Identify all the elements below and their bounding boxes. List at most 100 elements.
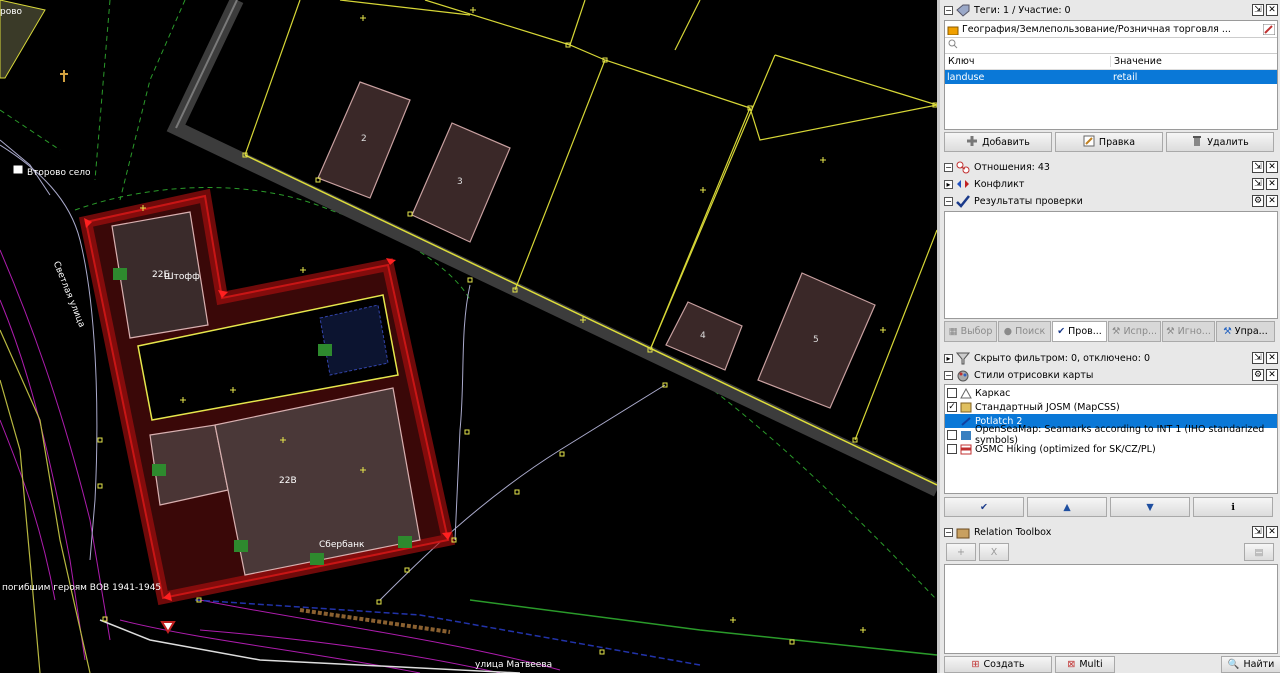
remove-member-button[interactable]: X xyxy=(979,543,1009,561)
tag-search-row[interactable] xyxy=(945,38,1277,54)
style-label: OSMC Hiking (optimized for SK/CZ/PL) xyxy=(975,443,1156,455)
close-icon[interactable]: ✕ xyxy=(1266,178,1278,190)
relation-toolbox-header[interactable]: − Relation Toolbox ⇲ ✕ xyxy=(944,524,1278,540)
shop-bag-icon xyxy=(947,24,959,35)
settings-icon[interactable]: ⚙ xyxy=(1252,369,1264,381)
preset-row[interactable]: География/Землепользование/Розничная тор… xyxy=(945,21,1277,38)
style-checkbox[interactable] xyxy=(947,444,957,454)
expand-toggle[interactable]: ▸ xyxy=(944,353,953,363)
tab-validate[interactable]: ✔ Пров... xyxy=(1052,321,1107,342)
add-member-button[interactable]: + xyxy=(946,543,976,561)
collapse-toggle[interactable]: − xyxy=(944,370,953,380)
map-label-shop: Штофф xyxy=(164,272,200,282)
settings-icon[interactable]: ⚙ xyxy=(1252,195,1264,207)
style-checkbox[interactable] xyxy=(947,416,957,426)
tags-panel-header[interactable]: − Теги: 1 / Участие: 0 ⇲ ✕ xyxy=(944,2,1278,18)
search-icon: 🔍 xyxy=(1227,659,1240,670)
tag-key[interactable]: landuse xyxy=(947,72,1113,83)
relations-panel-header[interactable]: − Отношения: 43 ⇲ ✕ xyxy=(944,159,1278,175)
conflict-panel-title: Конфликт xyxy=(974,178,1025,190)
map-view[interactable]: Второво село рово 22Б Штофф 22В Сбербанк… xyxy=(0,0,937,673)
tab-fix[interactable]: ⚒ Испр... xyxy=(1108,321,1161,342)
checkmark-icon: ✔ xyxy=(1057,326,1066,337)
tab-manage[interactable]: ⚒ Упра... xyxy=(1216,321,1275,342)
multipolygon-button[interactable]: ⊠ Multi xyxy=(1055,656,1115,673)
move-up-button[interactable]: ▲ xyxy=(1027,497,1107,517)
value-column-header[interactable]: Значение xyxy=(1111,56,1162,67)
map-canvas[interactable] xyxy=(0,0,937,673)
map-label-village: Второво село xyxy=(27,168,91,178)
create-label: Создать xyxy=(983,659,1025,670)
hiking-icon xyxy=(960,444,972,455)
collapse-toggle[interactable]: − xyxy=(944,527,953,537)
detach-icon[interactable]: ⇲ xyxy=(1252,352,1264,364)
list-item[interactable]: Каркас xyxy=(945,386,1277,400)
validation-panel-title: Результаты проверки xyxy=(974,195,1083,207)
close-icon[interactable]: ✕ xyxy=(1266,352,1278,364)
create-relation-button[interactable]: ⊞ Создать xyxy=(944,656,1052,673)
validation-results-box[interactable] xyxy=(944,211,1278,319)
remove-icon: X xyxy=(990,546,998,558)
styles-list: Каркас ✓ Стандартный JOSM (MapCSS) Potla… xyxy=(944,384,1278,494)
tools-icon: ⚒ xyxy=(1223,326,1232,337)
palette-icon xyxy=(956,369,970,382)
collapse-toggle[interactable]: − xyxy=(944,196,953,206)
tag-icon xyxy=(956,4,970,17)
tab-select[interactable]: ▦ Выбор xyxy=(944,321,997,342)
edit-tag-label: Правка xyxy=(1098,136,1136,148)
expand-toggle[interactable]: ▸ xyxy=(944,179,953,189)
style-checkbox[interactable]: ✓ xyxy=(947,402,957,412)
collapse-toggle[interactable]: − xyxy=(944,5,953,15)
detach-icon[interactable]: ⇲ xyxy=(1252,4,1264,16)
tag-value[interactable]: retail xyxy=(1113,72,1137,83)
settings-icon: ▤ xyxy=(1254,546,1264,558)
edit-tag-button[interactable]: Правка xyxy=(1055,132,1163,152)
close-icon[interactable]: ✕ xyxy=(1266,161,1278,173)
delete-tag-button[interactable]: Удалить xyxy=(1166,132,1274,152)
map-label-22v: 22В xyxy=(279,476,297,486)
conflict-icon xyxy=(956,178,970,191)
preset-edit-icon[interactable] xyxy=(1262,23,1276,35)
relation-toolbox-content[interactable] xyxy=(944,564,1278,654)
detach-icon[interactable]: ⇲ xyxy=(1252,161,1264,173)
close-icon[interactable]: ✕ xyxy=(1266,4,1278,16)
tab-ignore[interactable]: ⚒ Игно... xyxy=(1162,321,1215,342)
multipolygon-icon: ⊠ xyxy=(1067,659,1076,670)
style-checkbox[interactable] xyxy=(947,388,957,398)
map-label-corner: рово xyxy=(0,7,23,17)
add-tag-button[interactable]: Добавить xyxy=(944,132,1052,152)
style-label: Стандартный JOSM (MapCSS) xyxy=(975,401,1120,413)
conflict-panel-header[interactable]: ▸ Конфликт ⇲ ✕ xyxy=(944,176,1278,192)
settings-button[interactable]: ▤ xyxy=(1244,543,1274,561)
move-down-button[interactable]: ▼ xyxy=(1110,497,1190,517)
tag-search-input[interactable] xyxy=(961,39,1261,52)
tags-buttons: Добавить Правка Удалить xyxy=(944,132,1274,152)
tab-label: Игно... xyxy=(1177,326,1211,337)
collapse-toggle[interactable]: − xyxy=(944,162,953,172)
close-icon[interactable]: ✕ xyxy=(1266,369,1278,381)
tab-search[interactable]: ● Поиск xyxy=(998,321,1051,342)
validation-panel-header[interactable]: − Результаты проверки ⚙ ✕ xyxy=(944,193,1278,209)
table-row[interactable]: landuse retail xyxy=(945,70,1277,84)
filter-panel-header[interactable]: ▸ Скрыто фильтром: 0, отключено: 0 ⇲ ✕ xyxy=(944,350,1278,366)
key-column-header[interactable]: Ключ xyxy=(945,56,1111,67)
list-item[interactable]: ✓ Стандартный JOSM (MapCSS) xyxy=(945,400,1277,414)
style-checkbox[interactable] xyxy=(947,430,957,440)
detach-icon[interactable]: ⇲ xyxy=(1252,526,1264,538)
arrow-down-icon: ▼ xyxy=(1146,501,1154,513)
find-relation-button[interactable]: 🔍 Найти xyxy=(1221,656,1280,673)
toolbox-icon xyxy=(956,526,970,539)
style-info-button[interactable]: ℹ xyxy=(1193,497,1273,517)
search-icon xyxy=(948,39,958,52)
close-icon[interactable]: ✕ xyxy=(1266,195,1278,207)
activate-style-button[interactable]: ✔ xyxy=(944,497,1024,517)
list-item[interactable]: OpenSeaMap: Seamarks according to INT 1 … xyxy=(945,424,1277,446)
building-number-3: 3 xyxy=(457,177,463,187)
checkmark-icon xyxy=(956,194,970,208)
preset-label: География/Землепользование/Розничная тор… xyxy=(962,23,1231,35)
styles-panel-header[interactable]: − Стили отрисовки карты ⚙ ✕ xyxy=(944,367,1278,383)
building-number-5: 5 xyxy=(813,335,819,345)
close-icon[interactable]: ✕ xyxy=(1266,526,1278,538)
detach-icon[interactable]: ⇲ xyxy=(1252,178,1264,190)
find-label: Найти xyxy=(1243,659,1275,670)
